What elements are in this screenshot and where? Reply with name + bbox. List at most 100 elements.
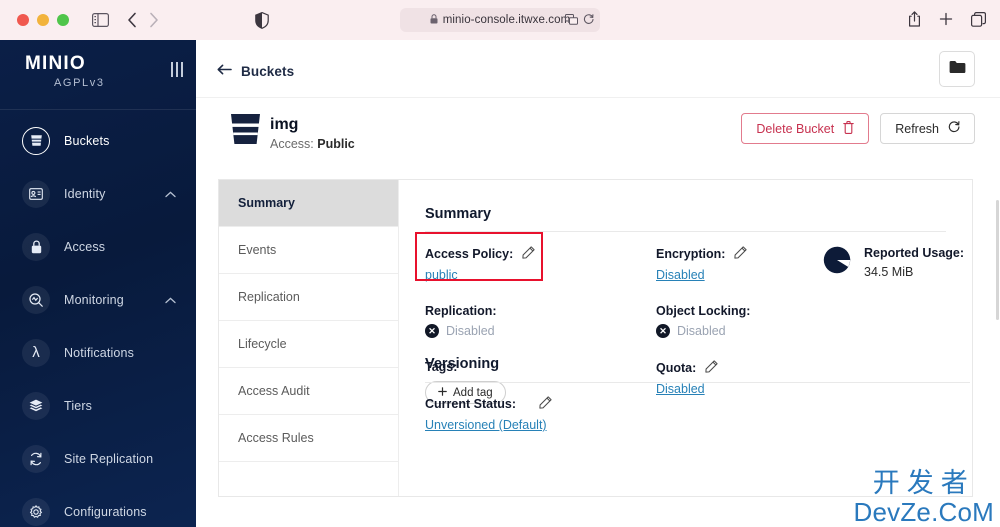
sidebar-item-label: Identity (64, 186, 106, 201)
bucket-actions: Delete Bucket Refresh (741, 113, 975, 144)
forward-arrow-icon[interactable] (148, 12, 159, 28)
tab-label: Access Rules (238, 431, 314, 445)
main-content: Buckets img Access: Public Delete Bucket… (196, 40, 1000, 527)
close-window-button[interactable] (17, 14, 29, 26)
collapse-menu-icon[interactable] (170, 62, 183, 77)
object-locking-field: Object Locking: ✕ Disabled (656, 304, 750, 338)
encryption-value-link[interactable]: Disabled (656, 268, 705, 282)
minimize-window-button[interactable] (37, 14, 49, 26)
sidebar-logo-area: MINIO AGPLv3 (0, 40, 196, 103)
sidebar-item-monitoring[interactable]: Monitoring (0, 273, 196, 326)
lambda-icon: λ (22, 338, 50, 367)
refresh-button[interactable]: Refresh (880, 113, 975, 144)
reported-usage-label: Reported Usage: (864, 246, 965, 260)
sidebar-item-buckets[interactable]: Buckets (0, 114, 196, 167)
tab-label: Lifecycle (238, 337, 287, 351)
sidebar-item-label: Configurations (64, 504, 147, 519)
browser-right-actions (908, 11, 986, 27)
back-arrow-icon (217, 62, 232, 80)
minio-sidebar: MINIO AGPLv3 Buckets Identity Access Mon… (0, 40, 196, 527)
layers-icon (22, 391, 50, 420)
summary-column-3: Reported Usage: 34.5 MiB (823, 246, 964, 279)
watermark: 开发者 DevZe.CoM (854, 470, 995, 526)
folder-icon (949, 60, 966, 79)
current-status-label-row: Current Status: (425, 396, 970, 412)
bucket-access-value: Public (317, 137, 355, 151)
sidebar-item-label: Tiers (64, 398, 93, 413)
sidebar-item-notifications[interactable]: λ Notifications (0, 326, 196, 379)
breadcrumb-back-buckets[interactable]: Buckets (217, 62, 294, 80)
summary-divider (425, 231, 946, 232)
back-arrow-icon[interactable] (127, 12, 138, 28)
sidebar-item-site-replication[interactable]: Site Replication (0, 432, 196, 485)
license-label: AGPLv3 (54, 77, 105, 89)
chevron-up-icon[interactable] (165, 185, 176, 203)
edit-access-policy-pencil-icon[interactable] (522, 246, 535, 262)
chevron-up-icon[interactable] (165, 291, 176, 309)
window-traffic-lights (17, 14, 69, 26)
bucket-tabs: Summary Events Replication Lifecycle Acc… (219, 180, 399, 496)
replication-label: Replication: (425, 304, 497, 318)
folder-button[interactable] (939, 51, 975, 87)
sidebar-item-label: Access (64, 239, 106, 254)
access-policy-value-link[interactable]: public (425, 268, 458, 282)
address-bar-actions (565, 12, 594, 30)
tab-access-audit[interactable]: Access Audit (219, 368, 398, 415)
breadcrumb-label: Buckets (241, 63, 295, 79)
current-status-field: Current Status: Unversioned (Default) (425, 396, 970, 432)
bucket-icon (229, 112, 262, 151)
sidebar-divider (0, 109, 196, 110)
tab-label: Events (238, 243, 277, 257)
sidebar-item-access[interactable]: Access (0, 220, 196, 273)
sidebar-toggle-icon[interactable] (92, 13, 109, 27)
encryption-field: Encryption: Disabled (656, 246, 750, 282)
sidebar-item-tiers[interactable]: Tiers (0, 379, 196, 432)
sidebar-item-label: Notifications (64, 345, 135, 360)
page-scrollbar[interactable] (995, 40, 1000, 527)
current-status-value-link[interactable]: Unversioned (Default) (425, 418, 547, 432)
new-tab-plus-icon[interactable] (939, 12, 953, 26)
access-policy-label: Access Policy: (425, 247, 514, 261)
browser-toolbar: minio-console.itwxe.com (0, 0, 1000, 40)
tab-replication[interactable]: Replication (219, 274, 398, 321)
identity-card-icon (22, 179, 50, 208)
address-bar[interactable]: minio-console.itwxe.com (400, 8, 600, 32)
scrollbar-thumb[interactable] (996, 200, 999, 320)
reload-icon[interactable] (583, 12, 594, 30)
bucket-icon (22, 126, 50, 155)
zoom-window-button[interactable] (57, 14, 69, 26)
monitoring-icon (22, 285, 50, 314)
shield-icon[interactable] (255, 11, 269, 29)
share-icon[interactable] (908, 11, 921, 27)
bucket-access-prefix: Access: (270, 137, 318, 151)
tab-label: Replication (238, 290, 300, 304)
delete-bucket-button[interactable]: Delete Bucket (741, 113, 870, 144)
tab-access-rules[interactable]: Access Rules (219, 415, 398, 462)
tabs-overview-icon[interactable] (971, 11, 986, 27)
sidebar-item-identity[interactable]: Identity (0, 167, 196, 220)
minio-logo: MINIO (25, 53, 86, 74)
edit-encryption-pencil-icon[interactable] (734, 246, 748, 262)
bucket-detail-panel: Summary Events Replication Lifecycle Acc… (218, 179, 973, 497)
current-status-label: Current Status: (425, 397, 516, 411)
edit-versioning-pencil-icon[interactable] (539, 396, 552, 412)
object-locking-value: Disabled (677, 324, 726, 338)
disabled-x-icon: ✕ (425, 324, 439, 338)
access-policy-value-row: public (425, 268, 535, 282)
tab-events[interactable]: Events (219, 227, 398, 274)
object-locking-label: Object Locking: (656, 304, 751, 318)
reported-usage-text: Reported Usage: 34.5 MiB (864, 246, 964, 279)
tab-lifecycle[interactable]: Lifecycle (219, 321, 398, 368)
access-policy-field: Access Policy: public (425, 246, 535, 282)
sidebar-item-label: Monitoring (64, 292, 124, 307)
object-locking-value-row: ✕ Disabled (656, 324, 750, 338)
bucket-header: img Access: Public Delete Bucket Refresh (196, 98, 1000, 164)
encryption-label: Encryption: (656, 247, 726, 261)
encryption-label-row: Encryption: (656, 246, 750, 262)
bucket-access-status: Access: Public (270, 137, 355, 151)
access-policy-label-row: Access Policy: (425, 246, 535, 262)
translate-icon[interactable] (565, 12, 578, 30)
tab-summary[interactable]: Summary (219, 180, 398, 227)
sidebar-item-configurations[interactable]: Configurations (0, 485, 196, 527)
tab-label: Summary (238, 196, 295, 210)
